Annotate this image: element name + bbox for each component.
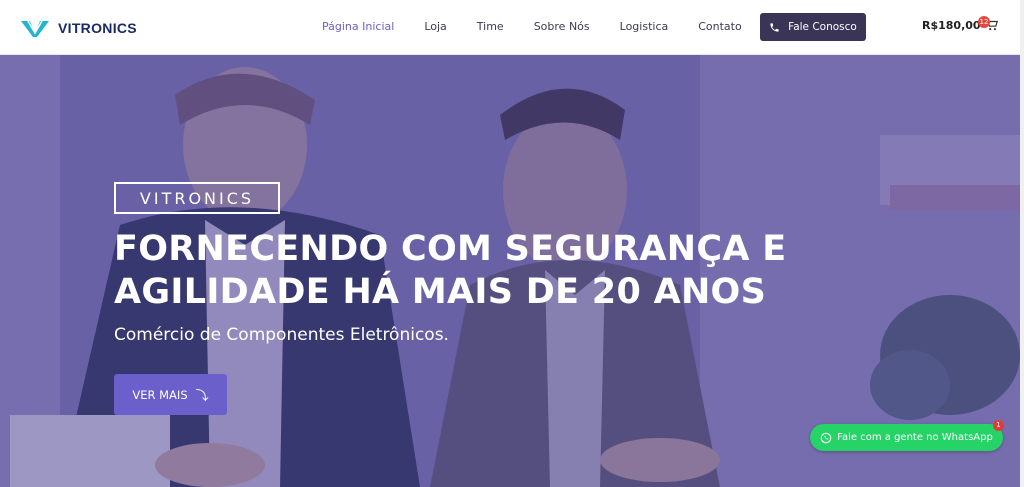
nav-item-contato[interactable]: Contato xyxy=(698,19,741,35)
nav-item-logistica[interactable]: Logistica xyxy=(620,19,669,35)
brand-logo[interactable]: VITRONICS xyxy=(20,16,137,40)
cart-amount: R$180,00 xyxy=(922,18,981,32)
logo-mark-icon xyxy=(21,20,49,37)
whatsapp-icon xyxy=(820,432,832,443)
contact-button[interactable]: Fale Conosco xyxy=(760,13,866,41)
phone-icon xyxy=(770,22,779,32)
whatsapp-chat-button[interactable]: Fale com a gente no WhatsApp xyxy=(810,424,1003,451)
nav-item-pagina-inicial[interactable]: Página Inicial xyxy=(322,19,394,35)
whatsapp-badge: 1 xyxy=(993,420,1004,431)
see-more-button[interactable]: VER MAIS ⤵ xyxy=(114,374,227,415)
nav-item-sobre-nos[interactable]: Sobre Nós xyxy=(534,19,590,35)
arrow-down-icon: ⤵ xyxy=(195,389,209,404)
nav-item-loja[interactable]: Loja xyxy=(424,19,446,35)
contact-button-label: Fale Conosco xyxy=(788,21,857,33)
hero-subline: Comércio de Componentes Eletrônicos. xyxy=(114,325,449,345)
cart-count-badge: 12 xyxy=(978,16,990,28)
see-more-label: VER MAIS xyxy=(132,387,188,402)
hero-tag: VITRONICS xyxy=(114,182,280,214)
site-header: VITRONICS Página Inicial Loja Time Sobre… xyxy=(0,0,1024,55)
main-nav: Página Inicial Loja Time Sobre Nós Logis… xyxy=(322,19,772,35)
nav-item-time[interactable]: Time xyxy=(477,19,504,35)
whatsapp-label: Fale com a gente no WhatsApp xyxy=(837,432,993,443)
hero-section: VITRONICS FORNECENDO COM SEGURANÇA E AGI… xyxy=(0,55,1020,487)
page-scrollbar[interactable] xyxy=(1020,0,1024,487)
brand-name: VITRONICS xyxy=(58,20,137,36)
hero-headline: FORNECENDO COM SEGURANÇA E AGILIDADE HÁ … xyxy=(114,229,787,312)
